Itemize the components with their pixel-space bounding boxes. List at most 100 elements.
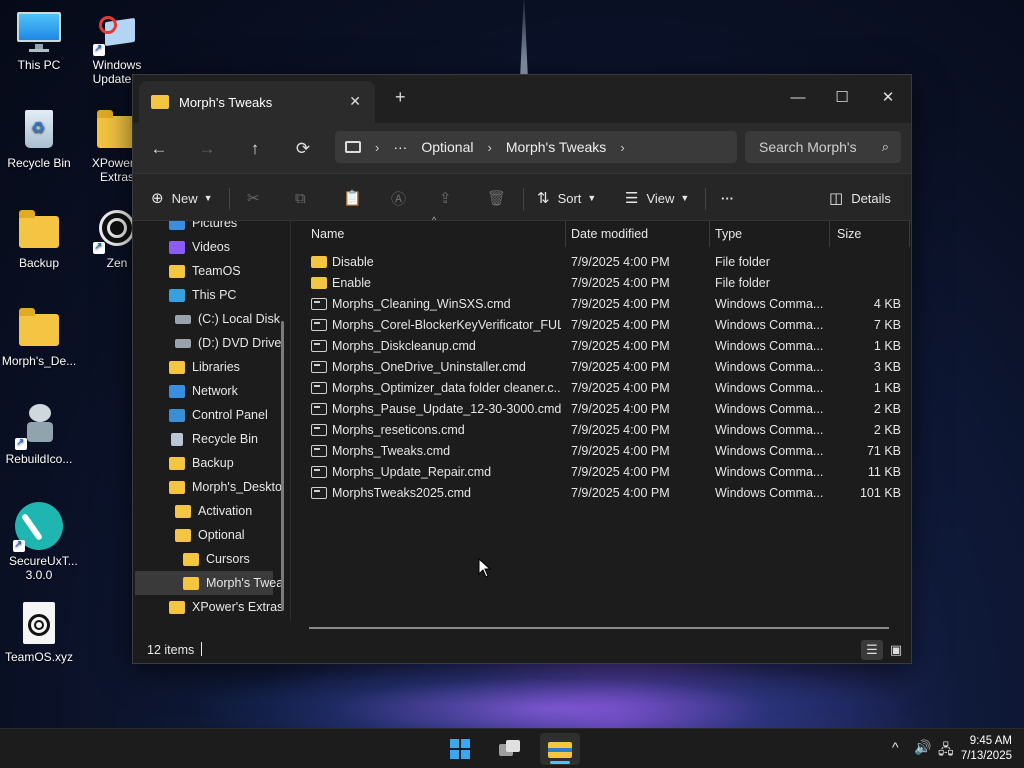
system-clock[interactable]: 9:45 AM 7/13/2025 (961, 734, 1012, 764)
sidebar-item-pictures[interactable]: Pictures (169, 221, 237, 234)
file-row[interactable]: Morphs_Corel-BlockerKeyVerificator_FUL..… (293, 315, 911, 336)
column-size[interactable]: Size (837, 227, 861, 241)
share-icon[interactable]: ⇪ (439, 184, 452, 212)
up-button[interactable]: ↑ (239, 135, 271, 163)
breadcrumb-chevron[interactable]: › (620, 140, 624, 155)
maximize-button[interactable]: ☐ (819, 81, 865, 113)
file-row[interactable]: Enable 7/9/2025 4:00 PM File folder (293, 273, 911, 294)
column-divider[interactable] (565, 221, 566, 247)
column-divider[interactable] (709, 221, 710, 247)
new-tab-button[interactable]: + (395, 87, 406, 108)
new-label: New (171, 190, 198, 206)
breadcrumb-optional[interactable]: Optional (421, 139, 473, 155)
file-name: Morphs_OneDrive_Uninstaller.cmd (332, 360, 526, 374)
sidebar-item-xpower-extras[interactable]: XPower's Extras (169, 596, 283, 618)
refresh-button[interactable]: ⟳ (287, 135, 319, 163)
horizontal-scrollbar[interactable] (309, 627, 889, 629)
column-divider[interactable] (909, 221, 910, 247)
network-icon[interactable]: 🖧 (938, 739, 954, 763)
back-button[interactable]: ← (143, 135, 175, 163)
details-button[interactable]: ◫ Details (829, 184, 891, 212)
file-row[interactable]: Disable 7/9/2025 4:00 PM File folder (293, 252, 911, 273)
breadcrumb-chevron[interactable]: › (375, 140, 379, 155)
command-bar: ⊕ New ▼ ✂ ⧉ 📋 Ⓐ ⇪ 🗑 ⇅ Sort ▼ ☰ View ▼ ··… (133, 173, 911, 221)
cmd-file-icon (311, 319, 327, 331)
column-type[interactable]: Type (715, 227, 742, 241)
sidebar-item-network[interactable]: Network (169, 380, 238, 402)
rename-icon[interactable]: Ⓐ (391, 184, 406, 212)
breadcrumb-more[interactable]: ··· (393, 139, 407, 155)
sort-button[interactable]: ⇅ Sort ▼ (537, 184, 596, 212)
navigation-pane[interactable]: Pictures Videos TeamOS This PC (C:) Loca… (133, 221, 291, 621)
dvd-drive-icon (175, 338, 191, 348)
sidebar-item-this-pc[interactable]: This PC (169, 284, 236, 306)
desktop-icon-recycle-bin[interactable]: ♻ Recycle Bin (0, 108, 78, 170)
file-row[interactable]: Morphs_Pause_Update_12-30-3000.cmd 7/9/20… (293, 399, 911, 420)
sidebar-item-activation[interactable]: Activation (175, 500, 252, 522)
sidebar-item-teamos[interactable]: TeamOS (169, 260, 241, 282)
file-row[interactable]: Morphs_Update_Repair.cmd 7/9/2025 4:00 PM… (293, 462, 911, 483)
breadcrumb-chevron[interactable]: › (488, 140, 492, 155)
column-name[interactable]: Name (311, 227, 344, 241)
start-button[interactable] (440, 733, 480, 765)
file-explorer-window[interactable]: Morph's Tweaks ✕ + — ☐ ✕ ← → ↑ ⟳ › ··· O… (132, 74, 912, 664)
file-size: 101 KB (859, 486, 901, 500)
sidebar-item-label: XPower's Extras (192, 600, 284, 614)
sidebar-item-recycle-bin[interactable]: Recycle Bin (169, 428, 258, 450)
desktop-icon-backup[interactable]: Backup (0, 208, 78, 270)
sidebar-item-backup[interactable]: Backup (169, 452, 234, 474)
file-row[interactable]: MorphsTweaks2025.cmd 7/9/2025 4:00 PM Wind… (293, 483, 911, 504)
sidebar-item-videos[interactable]: Videos (169, 236, 230, 258)
search-box[interactable]: Search Morph's ⌕ (745, 131, 901, 163)
sidebar-item-libraries[interactable]: Libraries (169, 356, 240, 378)
delete-icon[interactable]: 🗑 (487, 184, 506, 212)
desktop-icon-secureux[interactable]: SecureUxT... 3.0.0 (0, 502, 78, 582)
minimize-button[interactable]: — (775, 81, 821, 113)
file-list[interactable]: ^ Name Date modified Type Size Disable 7/… (293, 215, 911, 641)
more-options-button[interactable]: ··· (721, 184, 734, 212)
copy-icon[interactable]: ⧉ (295, 184, 306, 212)
sidebar-item-morphs-tweaks[interactable]: Morph's Twea (135, 571, 283, 595)
divider (705, 188, 706, 210)
forward-button[interactable]: → (191, 135, 223, 163)
sidebar-item-d-drive[interactable]: (D:) DVD Drive (175, 332, 281, 354)
tab-morphs-tweaks[interactable]: Morph's Tweaks ✕ (139, 81, 375, 123)
breadcrumb-morphs-tweaks[interactable]: Morph's Tweaks (506, 139, 606, 155)
view-button[interactable]: ☰ View ▼ (625, 184, 689, 212)
file-row[interactable]: Morphs_Optimizer_data folder cleaner.c..… (293, 378, 911, 399)
close-window-button[interactable]: ✕ (865, 81, 911, 113)
folder-icon (17, 306, 61, 350)
desktop-icon-this-pc[interactable]: This PC (0, 10, 78, 72)
sidebar-item-morphs-desktop[interactable]: Morph's_Deskto (169, 476, 282, 498)
details-view-icon[interactable]: ☰ (861, 640, 883, 660)
desktop-icon-morphs-desktop[interactable]: Morph's_De... (0, 306, 78, 368)
column-divider[interactable] (829, 221, 830, 247)
new-button[interactable]: ⊕ New ▼ (151, 184, 213, 212)
folder-icon (183, 552, 199, 566)
volume-icon[interactable]: 🔊 (914, 739, 931, 756)
task-view-button[interactable] (490, 733, 530, 765)
close-tab-icon[interactable]: ✕ (349, 93, 361, 110)
tiles-view-icon[interactable]: ▣ (885, 640, 907, 660)
address-bar[interactable]: › ··· Optional › Morph's Tweaks › (335, 131, 737, 163)
file-explorer-taskbar-button[interactable] (540, 733, 580, 765)
title-bar[interactable]: Morph's Tweaks ✕ + — ☐ ✕ (133, 75, 911, 123)
column-date-modified[interactable]: Date modified (571, 227, 648, 241)
file-row[interactable]: Morphs_Diskcleanup.cmd 7/9/2025 4:00 PM Wi… (293, 336, 911, 357)
file-icon (17, 602, 61, 646)
cut-icon[interactable]: ✂ (247, 184, 260, 212)
drive-icon (175, 314, 191, 324)
sidebar-item-control-panel[interactable]: Control Panel (169, 404, 268, 426)
sidebar-item-cursors[interactable]: Cursors (183, 548, 250, 570)
file-row[interactable]: Morphs_reseticons.cmd 7/9/2025 4:00 PM Win… (293, 420, 911, 441)
desktop-icon-teamos[interactable]: TeamOS.xyz (0, 602, 78, 664)
tray-overflow-chevron-icon[interactable]: ^ (892, 739, 899, 755)
file-row[interactable]: Morphs_OneDrive_Uninstaller.cmd 7/9/2025 … (293, 357, 911, 378)
desktop-icon-rebuild-icons[interactable]: RebuildIco... (0, 404, 78, 466)
paste-icon[interactable]: 📋 (343, 184, 362, 212)
sidebar-item-optional[interactable]: Optional (175, 524, 245, 546)
sidebar-item-c-drive[interactable]: (C:) Local Disk (175, 308, 280, 330)
sidebar-scrollbar[interactable] (281, 321, 284, 611)
file-row[interactable]: Morphs_Tweaks.cmd 7/9/2025 4:00 PM Windows… (293, 441, 911, 462)
file-row[interactable]: Morphs_Cleaning_WinSXS.cmd 7/9/2025 4:00 … (293, 294, 911, 315)
